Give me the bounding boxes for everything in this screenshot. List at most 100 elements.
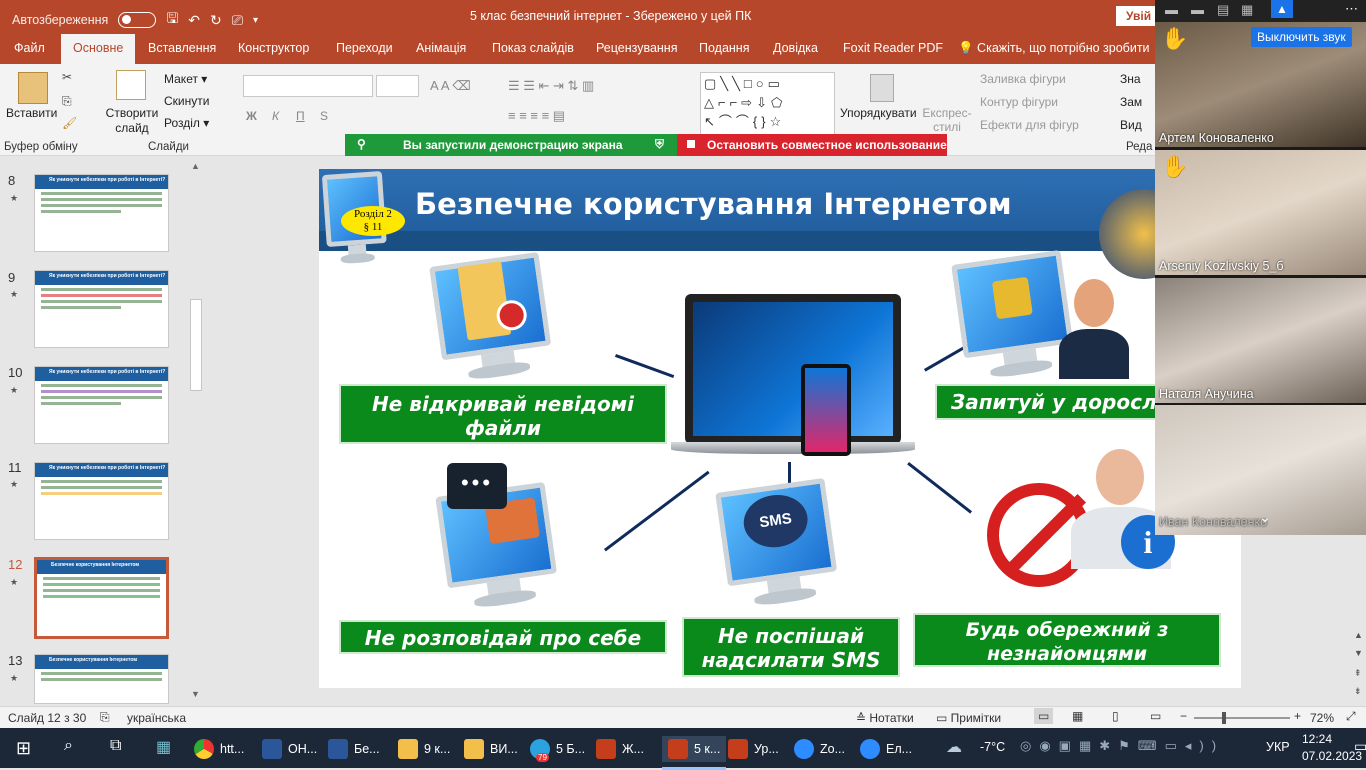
- align-icon[interactable]: ≡ ≡ ≡ ≡ ▤: [508, 108, 565, 124]
- zoom-slider[interactable]: [1194, 712, 1290, 724]
- autosave-toggle[interactable]: [118, 12, 157, 28]
- tab-insert[interactable]: Вставлення: [148, 41, 216, 55]
- taskbar-chrome[interactable]: htt...: [194, 736, 244, 762]
- underline-button[interactable]: П: [296, 109, 305, 123]
- tab-view[interactable]: Подання: [699, 41, 749, 55]
- editor-scrollbar[interactable]: ▲ ▼ ⇞ ⇟: [1350, 540, 1366, 706]
- taskbar-powerpoint-2[interactable]: 5 к...: [662, 736, 727, 770]
- cut-icon[interactable]: ✂: [62, 70, 72, 84]
- restore-icon[interactable]: ▬: [1191, 2, 1204, 17]
- section-button[interactable]: Розділ ▾: [164, 116, 209, 130]
- tab-transitions[interactable]: Переходи: [336, 41, 393, 55]
- slide-thumbnail-11[interactable]: Як уникнути небезпеки при роботі в Інтер…: [34, 462, 169, 540]
- taskbar-powerpoint-1[interactable]: Ж...: [596, 736, 644, 762]
- clock-time[interactable]: 12:24: [1302, 732, 1332, 746]
- language-indicator[interactable]: українська: [127, 711, 186, 725]
- save-icon[interactable]: 🖫: [166, 8, 178, 32]
- search-icon[interactable]: ⌕: [64, 737, 73, 755]
- normal-view-icon[interactable]: ▭: [1034, 708, 1054, 724]
- zoom-in-icon[interactable]: +: [1294, 709, 1301, 723]
- sign-in-button[interactable]: Увій: [1116, 6, 1156, 26]
- slide-thumbnail-12[interactable]: Безпечне користування Інтернетом: [34, 557, 169, 639]
- new-slide-button[interactable]: Створити слайд: [104, 106, 160, 136]
- shape-effects-button[interactable]: Ефекти для фігур: [980, 118, 1079, 132]
- select-button[interactable]: Вид: [1120, 118, 1142, 132]
- zoom-slider-handle[interactable]: [1222, 712, 1226, 724]
- tab-home[interactable]: Основне: [61, 34, 136, 64]
- paste-icon[interactable]: [18, 72, 48, 104]
- slideshow-icon[interactable]: ▭: [1150, 709, 1161, 723]
- slide-thumbnail-8[interactable]: Як уникнути небезпеки при роботі в Інтер…: [34, 174, 169, 252]
- font-grow-icon[interactable]: A A ⌫: [430, 78, 471, 94]
- taskbar-powerpoint-3[interactable]: Ур...: [728, 736, 779, 762]
- taskbar-word-2[interactable]: Бе...: [328, 736, 380, 762]
- font-size-box[interactable]: [376, 75, 419, 97]
- participant-video[interactable]: Наталя Анучина: [1155, 278, 1366, 403]
- slide-thumbnail-13[interactable]: Безпечне користування Інтернетом: [34, 654, 169, 704]
- mute-button[interactable]: Выключить звук: [1251, 27, 1352, 47]
- more-options-icon[interactable]: ⋯: [1345, 1, 1358, 17]
- tab-review[interactable]: Рецензування: [596, 41, 677, 55]
- tab-help[interactable]: Довідка: [773, 41, 818, 55]
- tab-slideshow[interactable]: Показ слайдів: [492, 41, 574, 55]
- tell-me-search[interactable]: 💡 Скажіть, що потрібно зробити: [958, 41, 1150, 56]
- tab-file[interactable]: Файл: [14, 41, 45, 55]
- taskbar-word-1[interactable]: ОН...: [262, 736, 317, 762]
- collapse-chevron-icon[interactable]: ⌄: [1259, 509, 1271, 526]
- weather-icon[interactable]: ☁: [946, 737, 962, 757]
- shapes-gallery[interactable]: ▢╲╲□○▭ △⌐⌐⇨⇩⬠ ↖⌒⌒{}☆: [700, 72, 835, 136]
- zoom-share-icon[interactable]: ▲: [1271, 0, 1293, 18]
- comments-button[interactable]: ▭ Примітки: [936, 711, 1001, 725]
- bullets-icon[interactable]: ☰ ☰ ⇤ ⇥ ⇅ ▥: [508, 78, 594, 94]
- slide-thumbnail-10[interactable]: Як уникнути небезпеки при роботі в Інтер…: [34, 366, 169, 444]
- font-name-box[interactable]: [243, 75, 373, 97]
- layout-button[interactable]: Макет ▾: [164, 72, 207, 86]
- tab-foxit[interactable]: Foxit Reader PDF: [843, 41, 943, 55]
- taskbar-zoom-2[interactable]: Ел...: [860, 736, 912, 762]
- new-slide-icon[interactable]: [116, 70, 146, 100]
- paste-button[interactable]: Вставити: [6, 106, 57, 120]
- zoom-out-icon[interactable]: −: [1180, 709, 1187, 723]
- shape-outline-button[interactable]: Контур фігури: [980, 95, 1058, 109]
- shape-fill-button[interactable]: Заливка фігури: [980, 72, 1066, 86]
- taskbar-zoom-1[interactable]: Zo...: [794, 736, 845, 762]
- reading-view-icon[interactable]: ▯: [1112, 709, 1119, 723]
- taskbar-folder-1[interactable]: 9 к...: [398, 736, 450, 762]
- italic-button[interactable]: К: [272, 109, 279, 123]
- undo-icon[interactable]: ↶: [188, 12, 200, 29]
- bold-button[interactable]: Ж: [246, 109, 257, 123]
- notifications-icon[interactable]: ▭: [1354, 738, 1366, 755]
- task-view-icon[interactable]: ⧉: [110, 737, 121, 755]
- tab-design[interactable]: Конструктор: [238, 41, 309, 55]
- quick-styles-button[interactable]: Експрес-стилі: [922, 106, 972, 134]
- redo-icon[interactable]: ↻: [210, 12, 222, 29]
- gallery-view-icon[interactable]: ▦: [1241, 2, 1253, 18]
- windows-start-icon[interactable]: ⊞: [16, 738, 31, 759]
- arrange-icon[interactable]: [870, 74, 894, 102]
- fit-slide-icon[interactable]: ⤢: [1346, 709, 1356, 724]
- speaker-view-icon[interactable]: ▤: [1217, 2, 1229, 18]
- zoom-level[interactable]: 72%: [1310, 711, 1334, 725]
- slide-sorter-icon[interactable]: ▦: [1072, 709, 1083, 723]
- tab-animations[interactable]: Анімація: [416, 41, 466, 55]
- copy-icon[interactable]: ⎘: [62, 94, 72, 109]
- thumbnails-scrollbar[interactable]: ▲ ▼: [189, 161, 203, 701]
- spelling-icon[interactable]: ⎘: [100, 710, 110, 725]
- reset-button[interactable]: Скинути: [164, 94, 209, 108]
- strikethrough-button[interactable]: S: [320, 109, 328, 123]
- taskbar-telegram[interactable]: 79 5 Б...: [530, 736, 585, 762]
- customize-toolbar-icon[interactable]: ▾: [253, 15, 258, 26]
- arrange-button[interactable]: Упорядкувати: [840, 106, 917, 120]
- current-slide[interactable]: Безпечне користування Інтернетом Розділ …: [319, 169, 1241, 688]
- find-button[interactable]: Зна: [1120, 72, 1141, 86]
- pin-icon[interactable]: ⚲: [357, 137, 366, 151]
- keyboard-language[interactable]: УКР: [1266, 740, 1290, 754]
- participant-video[interactable]: ✋ Arseniy Kozlivskiy 5_б: [1155, 150, 1366, 275]
- notes-button[interactable]: ≙ Нотатки: [856, 711, 914, 725]
- taskbar-folder-2[interactable]: ВИ...: [464, 736, 518, 762]
- tray-icons[interactable]: ◎◉▣▦✱⚑⌨▭◂)): [1020, 738, 1224, 754]
- weather-temp[interactable]: -7°C: [980, 740, 1005, 754]
- replace-button[interactable]: Зам: [1120, 95, 1142, 109]
- calculator-icon[interactable]: ▦: [156, 737, 171, 757]
- slide-thumbnail-9[interactable]: Як уникнути небезпеки при роботі в Інтер…: [34, 270, 169, 348]
